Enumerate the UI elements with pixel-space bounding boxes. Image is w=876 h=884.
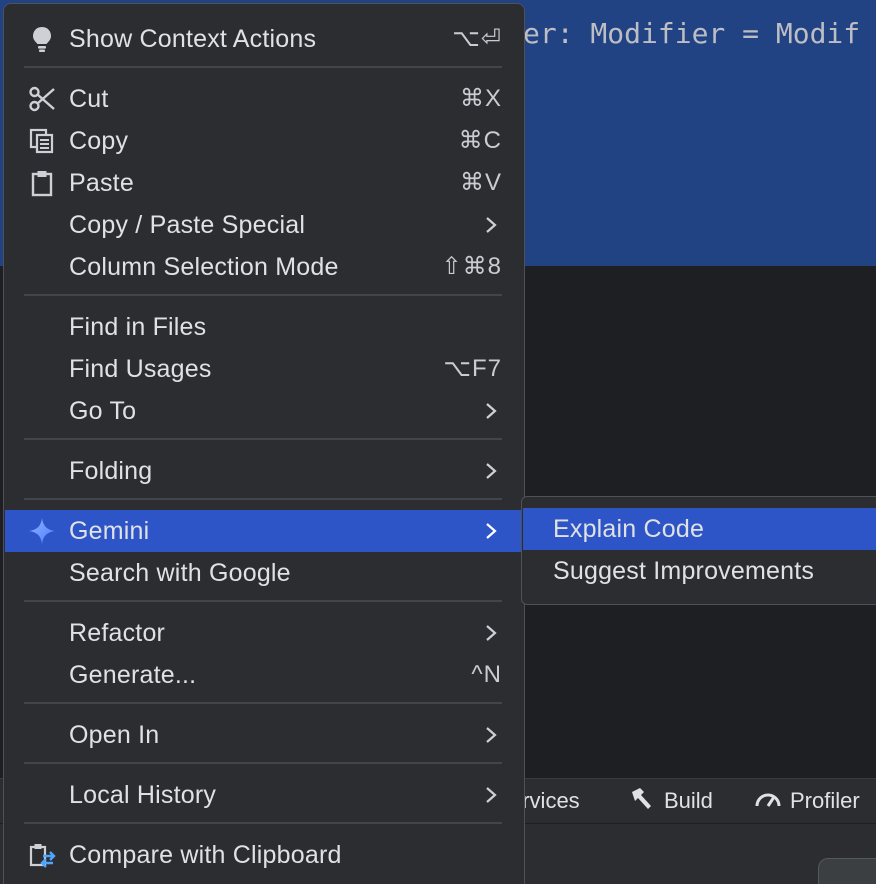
- menu-item-search-with-google[interactable]: Search with Google: [5, 552, 522, 594]
- menu-item-label: Find in Files: [69, 313, 207, 341]
- menu-item-folding[interactable]: Folding: [5, 450, 522, 492]
- menu-item-open-in[interactable]: Open In: [5, 714, 522, 756]
- gauge-icon: [754, 784, 782, 818]
- submenu-item-label: Explain Code: [553, 515, 705, 543]
- chevron-right-icon: [486, 403, 497, 419]
- menu-item-label: Local History: [69, 781, 217, 809]
- menu-item-label: Go To: [69, 397, 137, 425]
- menu-separator: [24, 66, 502, 68]
- submenu-item-label: Suggest Improvements: [553, 557, 815, 585]
- menu-item-show-context-actions[interactable]: Show Context Actions ⌥⏎: [5, 18, 522, 60]
- menu-separator: [24, 822, 502, 824]
- menu-item-label: Refactor: [69, 619, 166, 647]
- chevron-right-icon: [486, 217, 497, 233]
- profiler-toolwindow-button[interactable]: Profiler: [754, 778, 860, 823]
- menu-item-label: Compare with Clipboard: [69, 841, 342, 869]
- menu-item-shortcut: ⌥⏎: [452, 25, 502, 52]
- menu-item-cut[interactable]: Cut ⌘X: [5, 78, 522, 120]
- menu-item-shortcut: ⌘V: [459, 169, 502, 196]
- gemini-sparkle-icon: [28, 517, 56, 545]
- menu-item-label: Copy / Paste Special: [69, 211, 306, 239]
- chevron-right-icon: [486, 523, 497, 539]
- chevron-right-icon: [486, 787, 497, 803]
- menu-item-copy-paste-special[interactable]: Copy / Paste Special: [5, 204, 522, 246]
- menu-item-find-usages[interactable]: Find Usages ⌥F7: [5, 348, 522, 390]
- menu-item-label: Column Selection Mode: [69, 253, 339, 281]
- menu-item-column-selection-mode[interactable]: Column Selection Mode ⇧⌘8: [5, 246, 522, 288]
- menu-item-label: Generate...: [69, 661, 197, 689]
- menu-item-shortcut: ⌘X: [459, 85, 502, 112]
- menu-item-label: Cut: [69, 85, 109, 113]
- menu-item-label: Gemini: [69, 517, 150, 545]
- clipboard-icon: [28, 169, 56, 197]
- menu-item-shortcut: ⌘C: [458, 127, 502, 154]
- submenu-item-explain-code[interactable]: Explain Code: [523, 508, 876, 550]
- menu-separator: [24, 600, 502, 602]
- lightbulb-icon: [28, 25, 56, 53]
- menu-item-label: Find Usages: [69, 355, 212, 383]
- menu-separator: [24, 438, 502, 440]
- menu-item-label: Show Context Actions: [69, 25, 317, 53]
- menu-item-refactor[interactable]: Refactor: [5, 612, 522, 654]
- menu-separator: [24, 498, 502, 500]
- compare-clipboard-icon: [28, 841, 56, 869]
- menu-item-paste[interactable]: Paste ⌘V: [5, 162, 522, 204]
- editor-context-menu: Show Context Actions ⌥⏎ Cut ⌘X Copy ⌘C P…: [3, 3, 525, 884]
- menu-item-copy[interactable]: Copy ⌘C: [5, 120, 522, 162]
- menu-item-label: Folding: [69, 457, 153, 485]
- menu-item-label: Search with Google: [69, 559, 291, 587]
- menu-item-label: Open In: [69, 721, 160, 749]
- menu-separator: [24, 762, 502, 764]
- menu-item-go-to[interactable]: Go To: [5, 390, 522, 432]
- chevron-right-icon: [486, 625, 497, 641]
- menu-item-shortcut: ⌥F7: [443, 355, 502, 382]
- submenu-item-suggest-improvements[interactable]: Suggest Improvements: [523, 550, 876, 592]
- profiler-label: Profiler: [790, 787, 860, 813]
- menu-item-find-in-files[interactable]: Find in Files: [5, 306, 522, 348]
- menu-item-compare-with-clipboard[interactable]: Compare with Clipboard: [5, 834, 522, 876]
- menu-item-generate[interactable]: Generate... ^N: [5, 654, 522, 696]
- chevron-right-icon: [486, 727, 497, 743]
- menu-item-gemini[interactable]: Gemini: [5, 510, 522, 552]
- hammer-icon: [628, 784, 656, 818]
- menu-item-label: Copy: [69, 127, 129, 155]
- chevron-right-icon: [486, 463, 497, 479]
- menu-item-label: Paste: [69, 169, 134, 197]
- scissors-icon: [28, 85, 56, 113]
- build-label: Build: [664, 787, 713, 813]
- menu-item-local-history[interactable]: Local History: [5, 774, 522, 816]
- editor-code-line[interactable]: er: Modifier = Modif: [523, 12, 860, 56]
- status-widget[interactable]: [818, 858, 876, 884]
- menu-separator: [24, 294, 502, 296]
- menu-item-shortcut: ⇧⌘8: [441, 253, 502, 280]
- menu-separator: [24, 702, 502, 704]
- copy-icon: [28, 127, 56, 155]
- gemini-submenu: Explain Code Suggest Improvements: [521, 496, 876, 605]
- menu-item-shortcut: ^N: [471, 661, 502, 688]
- build-toolwindow-button[interactable]: Build: [628, 778, 713, 823]
